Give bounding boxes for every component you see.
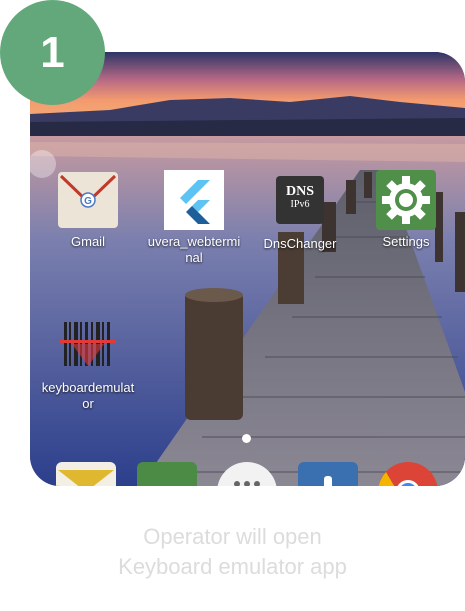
email-icon[interactable] xyxy=(56,462,116,486)
caption-line-1: Operator will open xyxy=(143,524,322,549)
dns-icon-subtext: IPv6 xyxy=(290,199,310,210)
app-drawer-icon[interactable] xyxy=(217,462,277,486)
step-caption: Operator will open Keyboard emulator app xyxy=(0,522,465,582)
step-number: 1 xyxy=(40,27,65,77)
chrome-icon[interactable] xyxy=(378,462,438,486)
dns-icon: DNS IPv6 xyxy=(276,176,324,224)
app-settings[interactable]: Settings xyxy=(358,170,454,250)
app-label: Gmail xyxy=(71,234,105,249)
app-green-icon[interactable] xyxy=(137,462,197,486)
flutter-icon xyxy=(164,170,224,230)
gear-icon xyxy=(376,170,436,230)
dns-icon-text: DNS xyxy=(285,184,314,199)
app-uvera-webterminal[interactable]: uvera_webterminal xyxy=(146,170,242,266)
gmail-icon: G xyxy=(58,170,118,230)
step-number-badge: 1 xyxy=(0,0,105,105)
app-label: DnsChanger xyxy=(263,236,337,251)
page-indicator-dot xyxy=(242,434,251,443)
app-dnschanger[interactable]: DNS IPv6 DnsChanger xyxy=(252,176,348,252)
app-label: Settings xyxy=(382,234,430,249)
app-label: keyboardemulator xyxy=(41,380,135,411)
app-keyboardemulator[interactable]: keyboardemulator xyxy=(40,316,136,412)
phone-home-screen: G Gmail uvera_webterminal DNS IPv6 DnsCh… xyxy=(30,52,465,486)
caption-line-2: Keyboard emulator app xyxy=(118,554,347,579)
wallpaper xyxy=(30,52,465,486)
app-gmail[interactable]: G Gmail xyxy=(40,170,136,250)
svg-text:G: G xyxy=(84,196,92,207)
contacts-icon[interactable] xyxy=(298,462,358,486)
app-label: uvera_webterminal xyxy=(147,234,241,265)
barcode-icon xyxy=(58,316,118,376)
